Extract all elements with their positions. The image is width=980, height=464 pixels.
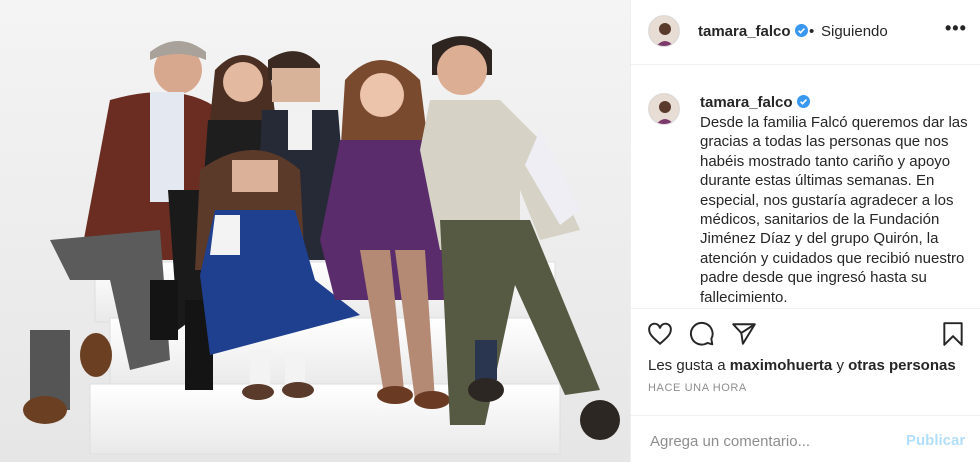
username-text: tamara_falco: [698, 23, 791, 40]
instagram-post: tamara_falco • Siguiendo ••• tamara_falc…: [0, 0, 980, 462]
comment-icon[interactable]: [689, 321, 717, 349]
avatar[interactable]: [648, 15, 680, 47]
comment-bar: Publicar: [631, 415, 980, 464]
comment-input[interactable]: [648, 430, 902, 452]
caption-text: Desde la familia Falcó queremos dar las …: [700, 114, 968, 306]
share-icon[interactable]: [731, 321, 759, 349]
following-button[interactable]: Siguiendo: [821, 23, 888, 40]
likes-others[interactable]: otras personas: [848, 357, 956, 374]
more-options-icon[interactable]: •••: [945, 18, 967, 39]
post-comment-button[interactable]: Publicar: [906, 432, 965, 449]
verified-badge-icon: [796, 95, 810, 108]
post-actions: Les gusta a maximohuerta y otras persona…: [631, 308, 980, 463]
likes-summary[interactable]: Les gusta a maximohuerta y otras persona…: [648, 357, 956, 374]
post-timestamp[interactable]: HACE UNA HORA: [648, 382, 747, 394]
likes-conjunction: y: [836, 357, 844, 374]
caption-username-text: tamara_falco: [700, 94, 793, 111]
heart-icon[interactable]: [647, 321, 675, 349]
caption-username-link[interactable]: tamara_falco: [700, 94, 810, 111]
family-photo-illustration: [0, 0, 630, 462]
liker-username[interactable]: maximohuerta: [730, 357, 833, 374]
separator-dot: •: [809, 23, 815, 40]
bookmark-icon[interactable]: [940, 321, 968, 349]
avatar[interactable]: [648, 93, 680, 125]
verified-badge-icon: [794, 24, 808, 37]
likes-prefix: Les gusta a: [648, 357, 726, 374]
username-link[interactable]: tamara_falco: [698, 23, 808, 40]
post-header: tamara_falco • Siguiendo •••: [631, 0, 980, 65]
post-caption: tamara_falco Desde la familia Falcó quer…: [631, 64, 980, 308]
post-photo[interactable]: [0, 0, 630, 462]
post-sidebar: tamara_falco • Siguiendo ••• tamara_falc…: [630, 0, 980, 462]
